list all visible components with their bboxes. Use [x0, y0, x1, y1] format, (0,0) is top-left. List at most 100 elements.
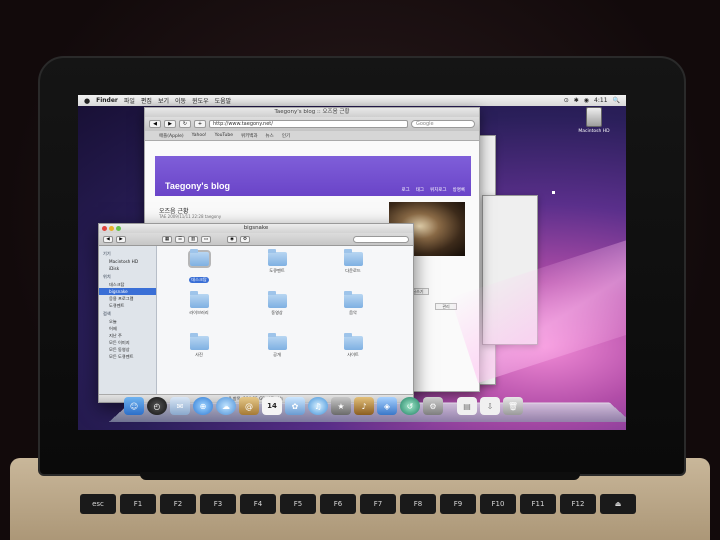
- quick-look-button[interactable]: ◉: [227, 235, 237, 243]
- key[interactable]: F8: [400, 494, 436, 514]
- folder-item[interactable]: 도큐멘트: [255, 249, 299, 274]
- action-gear-icon[interactable]: ⚙: [240, 235, 250, 243]
- bookmark-item[interactable]: 인기: [282, 133, 290, 139]
- documents-stack-icon[interactable]: ▤: [457, 397, 477, 415]
- apple-menu-icon[interactable]: ●: [84, 97, 90, 105]
- key[interactable]: F2: [160, 494, 196, 514]
- bookmark-item[interactable]: Yahoo!: [192, 133, 207, 138]
- ichat-icon[interactable]: ☁: [216, 397, 236, 415]
- reload-button[interactable]: ↻: [179, 120, 191, 128]
- menu-item[interactable]: 윈도우: [192, 96, 209, 105]
- back-button[interactable]: ◀: [149, 120, 161, 128]
- key[interactable]: F5: [280, 494, 316, 514]
- folder-item[interactable]: 동영상: [255, 291, 299, 316]
- mail-icon[interactable]: ✉: [170, 397, 190, 415]
- itunes-icon[interactable]: ♫: [308, 397, 328, 415]
- manage-button[interactable]: 관리: [435, 303, 457, 310]
- spotlight-icon[interactable]: 🔍: [613, 97, 620, 104]
- bluetooth-menu-icon[interactable]: ✱: [574, 97, 579, 104]
- menu-item[interactable]: 도움말: [215, 96, 232, 105]
- key[interactable]: esc: [80, 494, 116, 514]
- key[interactable]: ⏏: [600, 494, 636, 514]
- column-view-button[interactable]: ▥: [188, 235, 198, 243]
- safari-icon[interactable]: ⊕: [193, 397, 213, 415]
- minimize-button[interactable]: [109, 226, 114, 231]
- garageband-icon[interactable]: ♪: [354, 397, 374, 415]
- sidebar-item-applications[interactable]: 응용 프로그램: [99, 295, 156, 302]
- bookmark-item[interactable]: 위키백과: [241, 133, 258, 139]
- search-field[interactable]: Google: [411, 120, 475, 128]
- finder-icon[interactable]: ☺: [124, 397, 144, 415]
- iphoto-icon[interactable]: ✿: [285, 397, 305, 415]
- time-machine-icon[interactable]: ↺: [400, 397, 420, 415]
- imovie-icon[interactable]: ★: [331, 397, 351, 415]
- downloads-stack-icon[interactable]: ⇩: [480, 397, 500, 415]
- sidebar-item-macintosh-hd[interactable]: Macintosh HD: [99, 258, 156, 265]
- key[interactable]: F4: [240, 494, 276, 514]
- key[interactable]: F9: [440, 494, 476, 514]
- bookmark-item[interactable]: YouTube: [215, 133, 233, 138]
- add-bookmark-button[interactable]: +: [194, 120, 206, 128]
- forward-button[interactable]: ▶: [116, 235, 126, 243]
- cover-flow-button[interactable]: ▭: [201, 235, 211, 243]
- sidebar-item-all-images[interactable]: 모든 이미지: [99, 339, 156, 346]
- sidebar-item-yesterday[interactable]: 어제: [99, 325, 156, 332]
- sidebar-item-home[interactable]: bigsnake: [99, 288, 156, 295]
- blog-nav-item[interactable]: 위치로그: [430, 187, 447, 193]
- sidebar-item-today[interactable]: 오늘: [99, 318, 156, 325]
- desktop-hard-drive[interactable]: Macintosh HD: [574, 107, 614, 134]
- key[interactable]: F1: [120, 494, 156, 514]
- time-machine-menu-icon[interactable]: ⊙: [564, 97, 569, 104]
- folder-item[interactable]: 공개: [255, 333, 299, 358]
- key[interactable]: F10: [480, 494, 516, 514]
- wifi-menu-icon[interactable]: ◉: [584, 97, 589, 104]
- bookmark-item[interactable]: 애플(Apple): [159, 133, 184, 139]
- address-bar[interactable]: http://www.taegony.net/: [209, 120, 408, 128]
- key[interactable]: F12: [560, 494, 596, 514]
- address-book-icon[interactable]: @: [239, 397, 259, 415]
- finder-window[interactable]: bigsnake ◀ ▶ ▦ ☰ ▥ ▭ ◉ ⚙ 기기 Macintosh HD…: [98, 223, 414, 403]
- window-title: bigsnake: [243, 225, 269, 231]
- sidebar-item-past-week[interactable]: 지난 주: [99, 332, 156, 339]
- icon-view-button[interactable]: ▦: [162, 235, 172, 243]
- folder-icon: [187, 249, 211, 268]
- menu-app-name[interactable]: Finder: [96, 97, 118, 104]
- sidebar-item-desktop[interactable]: 데스크탑: [99, 281, 156, 288]
- sidebar-item-all-movies[interactable]: 모든 동영상: [99, 346, 156, 353]
- key[interactable]: F3: [200, 494, 236, 514]
- system-preferences-icon[interactable]: ⚙: [423, 397, 443, 415]
- folder-item[interactable]: 데스크탑: [177, 249, 221, 285]
- forward-button[interactable]: ▶: [164, 120, 176, 128]
- back-button[interactable]: ◀: [103, 235, 113, 243]
- blog-nav-item[interactable]: 방명록: [453, 187, 465, 193]
- sidebar-item-idisk[interactable]: iDisk: [99, 265, 156, 272]
- folder-item[interactable]: 음악: [331, 291, 375, 316]
- menu-item[interactable]: 편집: [141, 96, 152, 105]
- blog-nav-item[interactable]: 태그: [416, 187, 424, 193]
- trash-icon[interactable]: 🗑: [503, 397, 523, 415]
- clock-text[interactable]: 4:11: [594, 97, 607, 104]
- menu-item[interactable]: 파일: [124, 96, 135, 105]
- key[interactable]: F6: [320, 494, 356, 514]
- menu-item[interactable]: 보기: [158, 96, 169, 105]
- folder-item[interactable]: 다운로드: [331, 249, 375, 274]
- key[interactable]: F11: [520, 494, 556, 514]
- ical-icon[interactable]: 14: [262, 397, 282, 415]
- close-button[interactable]: [102, 226, 107, 231]
- list-view-button[interactable]: ☰: [175, 235, 185, 243]
- background-window[interactable]: [482, 195, 538, 345]
- key[interactable]: F7: [360, 494, 396, 514]
- zoom-button[interactable]: [116, 226, 121, 231]
- iweb-icon[interactable]: ◈: [377, 397, 397, 415]
- bookmark-item[interactable]: 뉴스: [266, 133, 274, 139]
- blog-nav-item[interactable]: 로그: [401, 187, 409, 193]
- folder-item[interactable]: 사이트: [331, 333, 375, 358]
- folder-item[interactable]: 사진: [177, 333, 221, 358]
- sidebar-item-documents[interactable]: 도큐멘트: [99, 302, 156, 309]
- folder-item[interactable]: 라이브러리: [177, 291, 221, 316]
- dashboard-icon[interactable]: ◴: [147, 397, 167, 415]
- menu-item[interactable]: 이동: [175, 96, 186, 105]
- sidebar-item-all-documents[interactable]: 모든 도큐멘트: [99, 353, 156, 360]
- blog-title[interactable]: Taegony's blog: [165, 181, 230, 191]
- search-field[interactable]: [353, 235, 409, 243]
